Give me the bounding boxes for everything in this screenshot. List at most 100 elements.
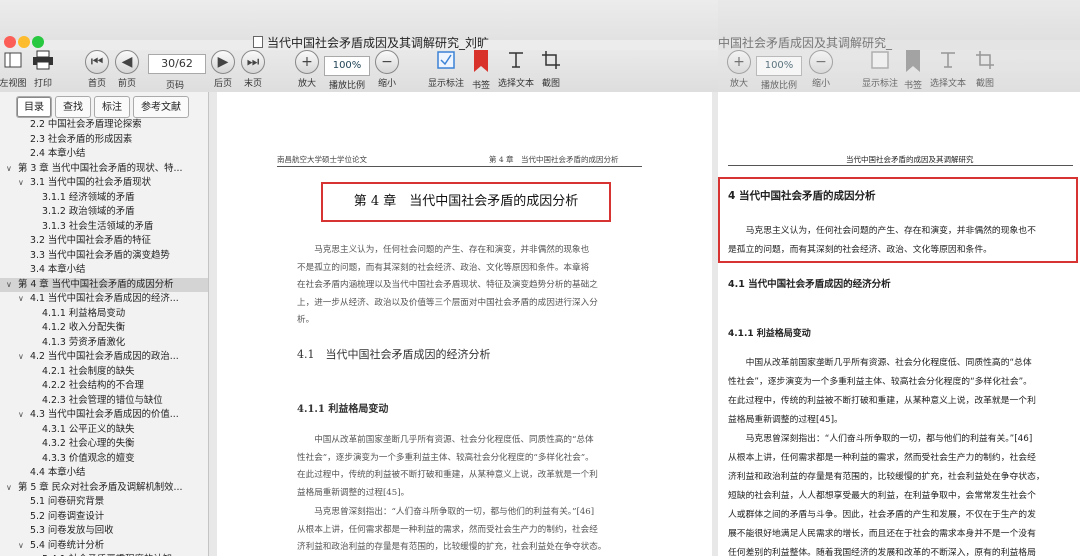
header-rule-right — [728, 165, 1073, 166]
toc-item[interactable]: 4.2.1 社会制度的缺失 — [0, 365, 208, 380]
toc-item[interactable]: 4.1.1 利益格局变动 — [0, 307, 208, 322]
toc-item[interactable]: 4.1.3 劳资矛盾激化 — [0, 336, 208, 351]
toc-item[interactable]: 4.3.1 公平正义的缺失 — [0, 423, 208, 438]
text-line: 展不能很好地满足人民需求的增长，而且还在于社会的需求本身并不是一个没有 — [728, 529, 1036, 539]
toc-item-label: 4.1.1 利益格局变动 — [42, 307, 126, 319]
next-page-button[interactable]: ▶ 后页 — [210, 50, 236, 89]
toc-item[interactable]: ∨ 5.4 问卷统计分析 — [0, 539, 208, 554]
show-annotations-button[interactable]: 显示标注 — [428, 50, 464, 89]
intro-paragraph-right: 马克思主义认为，任何社会问题的产生、存在和演变，并非偶然的现象也不 是孤立的问题，… — [728, 222, 1078, 260]
toc-item[interactable]: 3.3 当代中国社会矛盾的演变趋势 — [0, 249, 208, 264]
toc-item[interactable]: 3.2 当代中国社会矛盾的特征 — [0, 234, 208, 249]
close-window-button[interactable] — [4, 36, 16, 48]
toc-item[interactable]: 4.2.3 社会管理的错位与缺位 — [0, 394, 208, 409]
first-page-icon: ⏮ — [85, 50, 109, 74]
toc-item[interactable]: 4.3.2 社会心理的失衡 — [0, 437, 208, 452]
show-annotations-button-right[interactable]: 显示标注 — [862, 50, 898, 89]
toc-item[interactable]: 3.4 本章小结 — [0, 263, 208, 278]
toc-item-label: 4.2 当代中国社会矛盾成因的政治... — [30, 351, 179, 362]
last-page-button[interactable]: ⏭ 末页 — [240, 50, 266, 89]
toc-item[interactable]: 4.4 本章小结 — [0, 466, 208, 481]
zoom-value[interactable]: 100% — [324, 56, 370, 76]
zoom-in-button-right[interactable]: + 放大 — [726, 50, 752, 89]
zoom-window-button[interactable] — [32, 36, 44, 48]
page-number-input[interactable]: 30/62 — [148, 54, 206, 74]
toc-item[interactable]: ∨ 4.3 当代中国社会矛盾成因的价值... — [0, 408, 208, 423]
first-page-label: 首页 — [87, 79, 106, 89]
toc-item[interactable]: 3.1.2 政治领域的矛盾 — [0, 205, 208, 220]
tab-toc[interactable]: 目录 — [16, 96, 52, 118]
tab-references[interactable]: 参考文献 — [133, 96, 189, 118]
tab-search[interactable]: 查找 — [55, 96, 91, 118]
printer-icon — [33, 50, 53, 70]
chevron-down-icon[interactable]: ∨ — [18, 408, 24, 423]
toc-item[interactable]: 2.4 本章小结 — [0, 147, 208, 162]
show-annotations-label-right: 显示标注 — [862, 79, 899, 89]
zoom-ratio-label-right: 播放比例 — [760, 81, 797, 91]
text-cursor-icon — [509, 52, 523, 68]
chevron-down-icon[interactable]: ∨ — [18, 292, 24, 307]
toc-item[interactable]: 3.1.1 经济领域的矛盾 — [0, 191, 208, 206]
chevron-down-icon[interactable]: ∨ — [6, 481, 12, 496]
minimize-window-button[interactable] — [18, 36, 30, 48]
chevron-down-icon[interactable]: ∨ — [6, 278, 12, 293]
zoom-value-right[interactable]: 100% — [756, 56, 802, 76]
zoom-in-button[interactable]: + 放大 — [294, 50, 320, 89]
toc-item[interactable]: 5.1 问卷研究背景 — [0, 495, 208, 510]
print-label: 打印 — [33, 79, 52, 89]
toc-item[interactable]: 5.3 问卷发放与回收 — [0, 524, 208, 539]
screenshot-button[interactable]: 截图 — [536, 50, 566, 89]
print-button[interactable]: 打印 — [28, 50, 58, 89]
screenshot-button-right[interactable]: 截图 — [970, 50, 1000, 89]
prev-page-button[interactable]: ◀ 前页 — [114, 50, 140, 89]
toc-item[interactable]: ∨ 第 3 章 当代中国社会矛盾的现状、特... — [0, 162, 208, 177]
toc-item[interactable]: 4.1.2 收入分配失衡 — [0, 321, 208, 336]
toc-item[interactable]: ∨ 4.2 当代中国社会矛盾成因的政治... — [0, 350, 208, 365]
text-line: 在此过程中，传统的利益被不断打破和重建，从某种意义上说，改革就是一个利 — [297, 470, 598, 481]
chevron-down-icon[interactable]: ∨ — [6, 162, 12, 177]
zoom-out-label: 缩小 — [377, 79, 396, 89]
toc-item[interactable]: 2.3 社会矛盾的形成因素 — [0, 133, 208, 148]
text-line: 济利益和政治利益的存量是有范围的，比较缓慢的扩充，社会利益处在争夺状态， — [728, 472, 1045, 482]
checkbox-icon — [437, 51, 455, 69]
text-line: 性社会”，逐步演变为一个多重利益主体、较高社会分化程度的“多样化社会”。 — [728, 377, 1032, 387]
zoom-out-button[interactable]: − 缩小 — [374, 50, 400, 89]
document-view[interactable]: 南昌航空大学硕士学位论文 第 4 章 当代中国社会矛盾的成因分析 第 4 章 当… — [209, 92, 718, 556]
crop-icon — [976, 51, 994, 69]
select-text-button[interactable]: 选择文本 — [498, 50, 534, 89]
chevron-down-icon[interactable]: ∨ — [18, 176, 24, 191]
document-page-right[interactable]: 当代中国社会矛盾的成因及其调解研究 4 当代中国社会矛盾的成因分析 马克思主义认… — [718, 92, 1080, 556]
toc-item[interactable]: ∨ 3.1 当代中国的社会矛盾现状 — [0, 176, 208, 191]
toc-item[interactable]: ∨ 第 4 章 当代中国社会矛盾的成因分析 — [0, 277, 208, 293]
bookmark-label-right: 书签 — [903, 81, 922, 91]
toc-item[interactable]: 4.2.2 社会结构的不合理 — [0, 379, 208, 394]
toc-item[interactable]: 2.2 中国社会矛盾理论探索 — [0, 118, 208, 133]
zoom-out-button-right[interactable]: − 缩小 — [808, 50, 834, 89]
toc-item[interactable]: 4.3.3 价值观念的嬗变 — [0, 452, 208, 467]
toc-sidebar: 目录 查找 标注 参考文献 2.2 中国社会矛盾理论探索 2.3 社会矛盾的形成因… — [0, 92, 209, 556]
toc-item[interactable]: ∨ 4.1 当代中国社会矛盾成因的经济... — [0, 292, 208, 307]
select-text-button-right[interactable]: 选择文本 — [930, 50, 966, 89]
toc-item-label: 4.1.2 收入分配失衡 — [42, 322, 126, 333]
page-number-caption: 页码 — [160, 76, 190, 91]
intro-paragraph: 马克思主义认为，任何社会问题的产生、存在和演变，并非偶然的现象也 不是孤立的问题，… — [297, 242, 652, 330]
toc-item-label: 5.3 问卷发放与回收 — [30, 525, 114, 536]
chevron-down-icon[interactable]: ∨ — [18, 539, 24, 554]
text-line: 从根本上讲，任何需求都是一种利益的需求，然而受社会生产力的制约，社会经 — [297, 524, 598, 535]
minus-icon: − — [375, 50, 399, 74]
toc-item[interactable]: 5.2 问卷调查设计 — [0, 510, 208, 525]
zoom-ratio-control-right[interactable]: 100% 播放比例 — [756, 53, 802, 91]
bookmark-button-right[interactable]: 书签 — [902, 50, 924, 91]
text-line: 人或群体之间的矛盾与斗争。因此，社会矛盾的产生和发展，不仅在于生产的发 — [728, 510, 1036, 520]
section-heading: 4.1 当代中国社会矛盾成因的经济分析 — [297, 348, 491, 361]
first-page-button[interactable]: ⏮ 首页 — [84, 50, 110, 89]
zoom-ratio-control[interactable]: 100% 播放比例 — [324, 53, 370, 91]
left-reader-window: 当代中国社会矛盾成因及其调解研究_刘旷 左视图 打印 ⏮ 首页 ◀ 前页 30/… — [0, 0, 718, 556]
tab-annotations[interactable]: 标注 — [94, 96, 130, 118]
toc-item[interactable]: 3.1.3 社会生活领域的矛盾 — [0, 220, 208, 235]
toc-item-label: 3.1.3 社会生活领域的矛盾 — [42, 220, 154, 232]
sidebar-toggle-button[interactable]: 左视图 — [0, 50, 28, 89]
chevron-down-icon[interactable]: ∨ — [18, 350, 24, 365]
toc-item[interactable]: ∨ 第 5 章 民众对社会矛盾及调解机制效... — [0, 481, 208, 496]
bookmark-button[interactable]: 书签 — [470, 50, 492, 91]
